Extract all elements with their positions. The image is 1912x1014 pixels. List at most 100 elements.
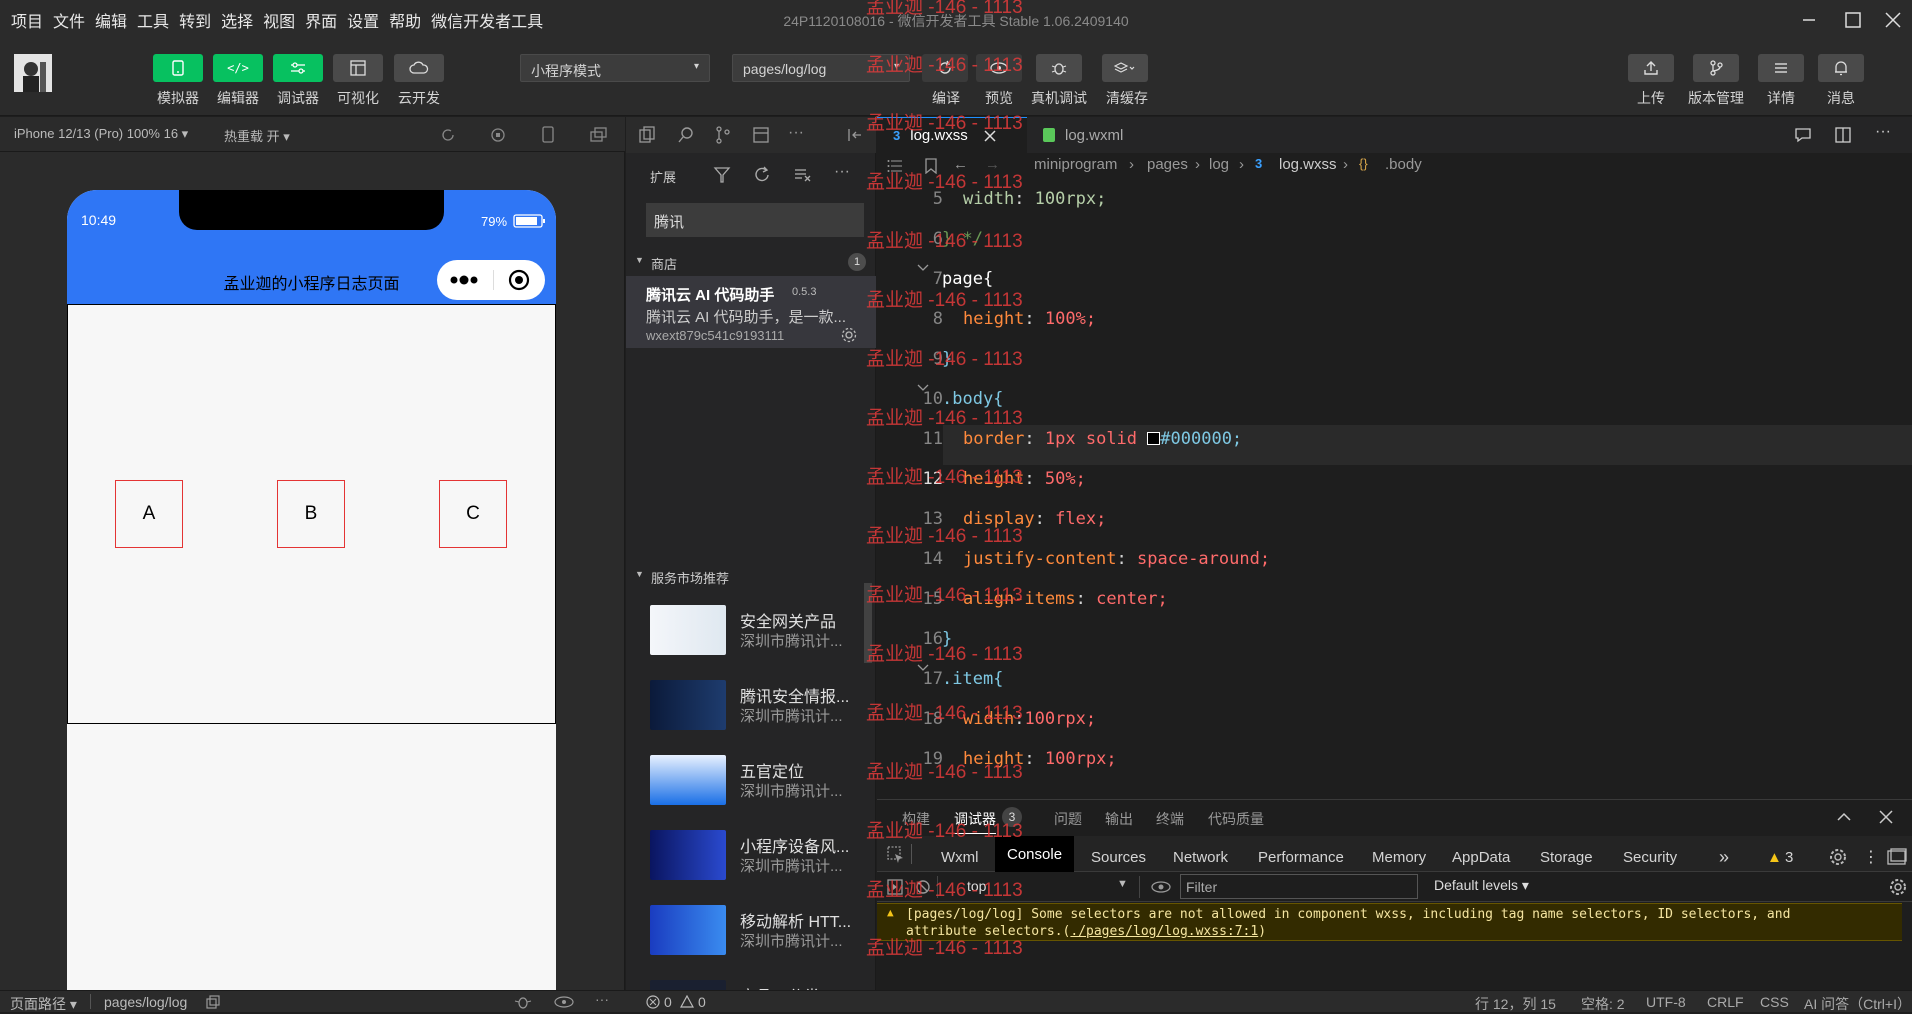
warning-count[interactable]: 3: [1785, 842, 1793, 872]
menu-project[interactable]: 项目: [6, 8, 48, 32]
tab-terminal[interactable]: 终端: [1156, 809, 1184, 829]
cursor-position[interactable]: 行 12，列 15: [1475, 994, 1556, 1014]
tab-output[interactable]: 输出: [1105, 809, 1133, 829]
debug-icon[interactable]: [752, 126, 770, 144]
menu-interface[interactable]: 界面: [300, 8, 342, 32]
devtools-tab-storage[interactable]: Storage: [1540, 842, 1593, 872]
devtools-tab-performance[interactable]: Performance: [1258, 842, 1344, 872]
store-section-title[interactable]: 商店: [651, 254, 677, 273]
devtools-tab-appdata[interactable]: AppData: [1452, 842, 1510, 872]
tab-log-wxml[interactable]: log.wxml: [1027, 117, 1177, 153]
bookmark-icon[interactable]: [925, 158, 937, 174]
fold-icon[interactable]: [917, 384, 929, 392]
menu-tools[interactable]: 工具: [132, 8, 174, 32]
menu-settings[interactable]: 设置: [342, 8, 384, 32]
source-control-icon[interactable]: [715, 126, 731, 144]
tab-debugger[interactable]: 调试器: [954, 809, 996, 834]
clear-cache-button[interactable]: [1102, 54, 1148, 82]
breadcrumb-item[interactable]: log.wxss: [1279, 156, 1337, 173]
upload-button[interactable]: [1628, 54, 1674, 82]
devtools-tab-console[interactable]: Console: [995, 836, 1075, 872]
avatar[interactable]: [14, 54, 52, 92]
close-icon[interactable]: [1878, 6, 1908, 34]
kebab-icon[interactable]: ⋮: [1863, 842, 1879, 872]
devtools-tab-memory[interactable]: Memory: [1372, 842, 1426, 872]
eye-icon[interactable]: [1151, 881, 1171, 893]
comment-icon[interactable]: [1794, 127, 1812, 143]
more-tabs-icon[interactable]: »: [1719, 842, 1729, 872]
chevron-down-icon[interactable]: ▼: [1117, 878, 1128, 890]
page-path-label[interactable]: 页面路径 ▾: [10, 994, 77, 1014]
ai-qa[interactable]: AI 问答（Ctrl+I）: [1804, 994, 1911, 1014]
hot-reload-toggle[interactable]: 热重载 开 ▾: [224, 126, 290, 145]
item-b[interactable]: B: [277, 480, 345, 548]
encoding[interactable]: UTF-8: [1646, 994, 1686, 1010]
real-device-debug-button[interactable]: [1036, 54, 1082, 82]
files-icon[interactable]: [638, 126, 656, 144]
version-button[interactable]: [1693, 54, 1739, 82]
tab-problems[interactable]: 问题: [1054, 809, 1082, 829]
rotate-icon[interactable]: [440, 127, 456, 143]
warning-count-status[interactable]: 0: [698, 994, 706, 1010]
tab-log-wxss[interactable]: 3 log.wxss: [877, 117, 1027, 153]
collapse-panel-icon[interactable]: [847, 127, 865, 143]
chevron-up-icon[interactable]: [1837, 812, 1851, 822]
code-area[interactable]: 5 width: 100rpx; 6} */ 7 page{ 8 height: 10…: [877, 179, 1912, 799]
menu-devtools[interactable]: 微信开发者工具: [426, 8, 548, 32]
console-settings-gear-icon[interactable]: [1889, 878, 1907, 896]
market-section-title[interactable]: 服务市场推荐: [651, 568, 729, 587]
gear-icon[interactable]: [840, 326, 858, 344]
context-select[interactable]: top: [967, 878, 986, 894]
devtools-tab-wxml[interactable]: Wxml: [941, 842, 979, 872]
close-tab-icon[interactable]: [984, 129, 996, 142]
breadcrumb-item[interactable]: .body: [1385, 156, 1422, 173]
cloud-button[interactable]: [394, 54, 444, 82]
tab-build[interactable]: 构建: [902, 809, 930, 829]
menu-help[interactable]: 帮助: [384, 8, 426, 32]
chevron-down-icon[interactable]: ▼: [635, 569, 644, 579]
editor-button[interactable]: </>: [213, 54, 263, 82]
filter-icon[interactable]: [713, 166, 731, 184]
minimize-icon[interactable]: [1794, 6, 1824, 34]
service-item[interactable]: 五官定位 深圳市腾讯计...: [650, 752, 870, 812]
more-dots-icon[interactable]: ···: [1875, 123, 1891, 141]
service-item[interactable]: 腾讯安全情报... 深圳市腾讯计...: [650, 677, 870, 737]
maximize-icon[interactable]: [1838, 6, 1868, 34]
dock-icon[interactable]: [1887, 848, 1907, 866]
more-dots-icon[interactable]: ···: [788, 124, 804, 142]
messages-button[interactable]: [1818, 54, 1864, 82]
devtools-tab-network[interactable]: Network: [1173, 842, 1228, 872]
list-icon[interactable]: [887, 159, 903, 173]
fold-icon[interactable]: [917, 664, 929, 672]
popout-icon[interactable]: [590, 127, 608, 143]
bug-icon[interactable]: [514, 994, 532, 1010]
close-panel-icon[interactable]: [1879, 810, 1893, 824]
color-swatch[interactable]: [1147, 432, 1161, 445]
devtools-tab-security[interactable]: Security: [1623, 842, 1677, 872]
copy-icon[interactable]: [206, 995, 220, 1009]
more-icon[interactable]: [449, 275, 479, 285]
debugger-button[interactable]: [273, 54, 323, 82]
settings-gear-icon[interactable]: [1829, 848, 1847, 866]
extension-item[interactable]: 腾讯云 AI 代码助手 0.5.3 腾讯云 AI 代码助手，是一款... wxe…: [626, 276, 876, 348]
menu-select[interactable]: 选择: [216, 8, 258, 32]
log-levels-select[interactable]: Default levels ▾: [1434, 877, 1529, 894]
chevron-down-icon[interactable]: ▼: [635, 255, 644, 265]
service-item[interactable]: 安全网关产品 深圳市腾讯计...: [650, 602, 870, 662]
item-c[interactable]: C: [439, 480, 507, 548]
tab-code-quality[interactable]: 代码质量: [1208, 809, 1264, 829]
more-dots-icon[interactable]: ···: [834, 163, 850, 181]
item-a[interactable]: A: [115, 480, 183, 548]
menu-edit[interactable]: 编辑: [90, 8, 132, 32]
phone-icon[interactable]: [541, 126, 555, 144]
source-link[interactable]: ./pages/log/log.wxss:7:1: [1070, 924, 1258, 939]
breadcrumb-item[interactable]: log: [1209, 156, 1229, 173]
language-mode[interactable]: CSS: [1760, 994, 1789, 1010]
inspect-icon[interactable]: [887, 846, 905, 864]
clear-console-icon[interactable]: [915, 879, 931, 895]
service-item[interactable]: 移动解析 HTT... 深圳市腾讯计...: [650, 902, 870, 962]
eye-icon[interactable]: [554, 996, 574, 1008]
console-filter-input[interactable]: Filter: [1180, 874, 1418, 899]
sidebar-toggle-icon[interactable]: [887, 879, 903, 895]
details-button[interactable]: [1758, 54, 1804, 82]
